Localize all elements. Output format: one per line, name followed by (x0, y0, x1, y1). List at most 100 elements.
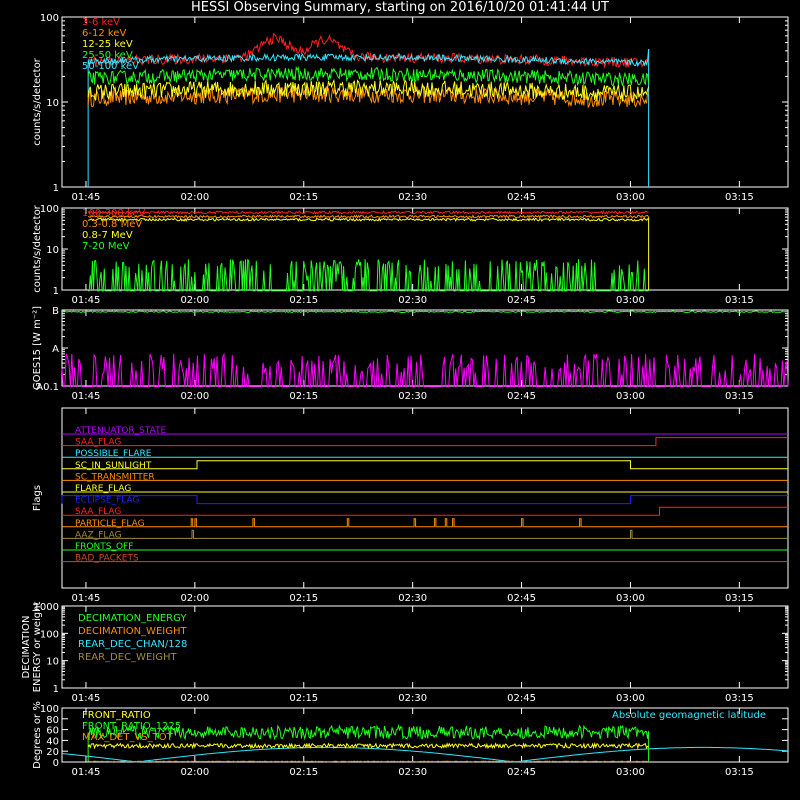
time-tick-label: 02:15 (289, 593, 318, 604)
y-tick-label: 1 (53, 183, 59, 194)
time-tick-label: 02:30 (398, 295, 427, 306)
time-tick-label: 01:45 (72, 593, 101, 604)
y-tick-label: 60 (46, 726, 59, 737)
series-line-0-3-0-8-mev (87, 214, 650, 219)
time-tick-label: 03:00 (616, 391, 645, 402)
time-tick-label: 03:00 (616, 295, 645, 306)
time-tick-label: 01:45 (72, 192, 101, 203)
flag-line (62, 518, 788, 528)
panel-3: 01:45 02:00 02:15 02:30 02:45 03:00 03:15 Flags… (32, 407, 789, 604)
time-tick-label: 03:00 (616, 693, 645, 704)
flag-label: ECLIPSE_FLAG (75, 496, 139, 506)
legend-entry: 0.8-7 MeV (82, 230, 133, 241)
time-tick-label: 02:45 (507, 767, 536, 778)
y-tick-label: 100 (40, 204, 59, 215)
y-tick-label: 1000 (34, 602, 59, 613)
y-tick-label: 1 (53, 286, 59, 297)
panel-0: 01:45 02:00 02:15 02:30 02:45 03:00 03:15 count… (32, 13, 789, 203)
series-line-7-20-mev (88, 258, 649, 292)
series-line-goes-0-5-4-a (61, 352, 789, 388)
time-tick-label: 02:00 (180, 593, 209, 604)
series-line-max-det-vs-tot (88, 760, 649, 763)
time-tick-label: 02:15 (289, 391, 318, 402)
legend-entry: 0.3-0.8 MeV (82, 219, 142, 230)
y-axis-label: counts/s/detector (32, 204, 43, 292)
y-tick-label: 20 (46, 747, 59, 758)
flag-line (61, 495, 788, 505)
time-tick-label: 03:00 (616, 767, 645, 778)
time-tick-label: 02:00 (180, 693, 209, 704)
flag-line (62, 437, 788, 447)
time-tick-label: 03:00 (616, 593, 645, 604)
series-line-front-ratio (87, 741, 649, 750)
time-tick-label: 02:45 (507, 391, 536, 402)
time-tick-label: 02:00 (180, 767, 209, 778)
legend-entry: 7-20 MeV (82, 241, 130, 252)
legend-entry: 50-100 keV (82, 61, 139, 72)
y-tick-label: 100 (40, 629, 59, 640)
legend-entry: 3-6 keV (82, 17, 120, 28)
y-tick-label: 10 (46, 245, 59, 256)
series-line-geomagnetic-latitude (61, 746, 789, 763)
time-tick-label: 01:45 (72, 295, 101, 306)
legend-entry: 25-50 keV (82, 50, 133, 61)
observing-summary-plots: 01:45 02:00 02:15 02:30 02:45 03:00 03:15 count… (21, 13, 789, 778)
y-tick-label: 1 (53, 684, 59, 695)
time-tick-label: 02:15 (289, 295, 318, 306)
y-tick-label: 100 (40, 13, 59, 24)
flag-line (62, 529, 788, 539)
time-tick-label: 02:30 (398, 391, 427, 402)
legend-entry: REAR_DEC_WEIGHT (78, 652, 177, 663)
time-tick-label: 01:45 (72, 693, 101, 704)
series-line-100-300-kev (87, 210, 649, 215)
time-tick-label: 02:15 (289, 693, 318, 704)
panel-5: 01:45 02:00 02:15 02:30 02:45 03:00 03:15Degre… (32, 701, 789, 778)
series-line-goes-1-8-a (61, 310, 789, 314)
time-tick-label: 02:15 (289, 767, 318, 778)
panel-4: 01:45 02:00 02:15 02:30 02:45 03:00 03:15 DECIM… (21, 602, 789, 704)
time-tick-label: 01:45 (72, 391, 101, 402)
legend-entry: REAR_DEC_CHAN/128 (78, 639, 187, 650)
time-tick-label: 03:15 (725, 693, 754, 704)
y-axis-label: GOES15 [W m⁻²] (32, 306, 43, 390)
time-tick-label: 02:45 (507, 693, 536, 704)
panel-frame (61, 16, 789, 188)
legend-entry: 12-25 keV (82, 39, 133, 50)
time-tick-label: 02:30 (398, 693, 427, 704)
time-tick-label: 03:15 (725, 295, 754, 306)
time-tick-label: 03:15 (725, 593, 754, 604)
time-tick-label: 02:30 (398, 767, 427, 778)
y-tick-label: 80 (46, 715, 59, 726)
legend-entry: MAX_DET_VS_TOT (82, 732, 174, 743)
y-axis-label: DECIMATION (21, 615, 32, 678)
series-line-0-8-7-mev (88, 217, 649, 222)
time-tick-label: 02:00 (180, 391, 209, 402)
panel-2: 01:45 02:00 02:15 02:30 02:45 03:00 03:15 GOES1… (32, 306, 789, 402)
time-tick-label: 02:15 (289, 192, 318, 203)
y-tick-label: 40 (46, 736, 59, 747)
time-tick-label: 03:15 (725, 192, 754, 203)
legend-entry: FRONT_RATIO_1225 (82, 721, 181, 732)
panel-1: 01:45 02:00 02:15 02:30 02:45 03:00 03:15 count… (32, 204, 789, 306)
y-tick-label: 0 (53, 758, 59, 769)
legend-entry: 6-12 keV (82, 28, 126, 39)
time-tick-label: 02:30 (398, 192, 427, 203)
y-axis-label: ENERGY or weight (32, 602, 43, 693)
time-tick-label: 03:15 (725, 767, 754, 778)
legend-entry: DECIMATION_ENERGY (78, 613, 187, 624)
legend-entry: DECIMATION_WEIGHT (78, 626, 187, 637)
time-tick-label: 02:00 (180, 295, 209, 306)
y-axis-label: counts/s/detector (32, 57, 43, 145)
panel-frame (61, 407, 789, 589)
flag-line (62, 460, 788, 470)
y-tick-label: B (52, 306, 59, 317)
y-tick-label: 10 (46, 98, 59, 109)
y-tick-label: A0.1 (36, 382, 59, 393)
flag-line (62, 506, 788, 516)
time-tick-label: 02:30 (398, 593, 427, 604)
legend-entry: FRONT_RATIO (82, 710, 151, 721)
y-tick-label: 100 (40, 704, 59, 715)
time-tick-label: 02:00 (180, 192, 209, 203)
time-tick-label: 02:45 (507, 295, 536, 306)
y-tick-label: A (52, 344, 59, 355)
